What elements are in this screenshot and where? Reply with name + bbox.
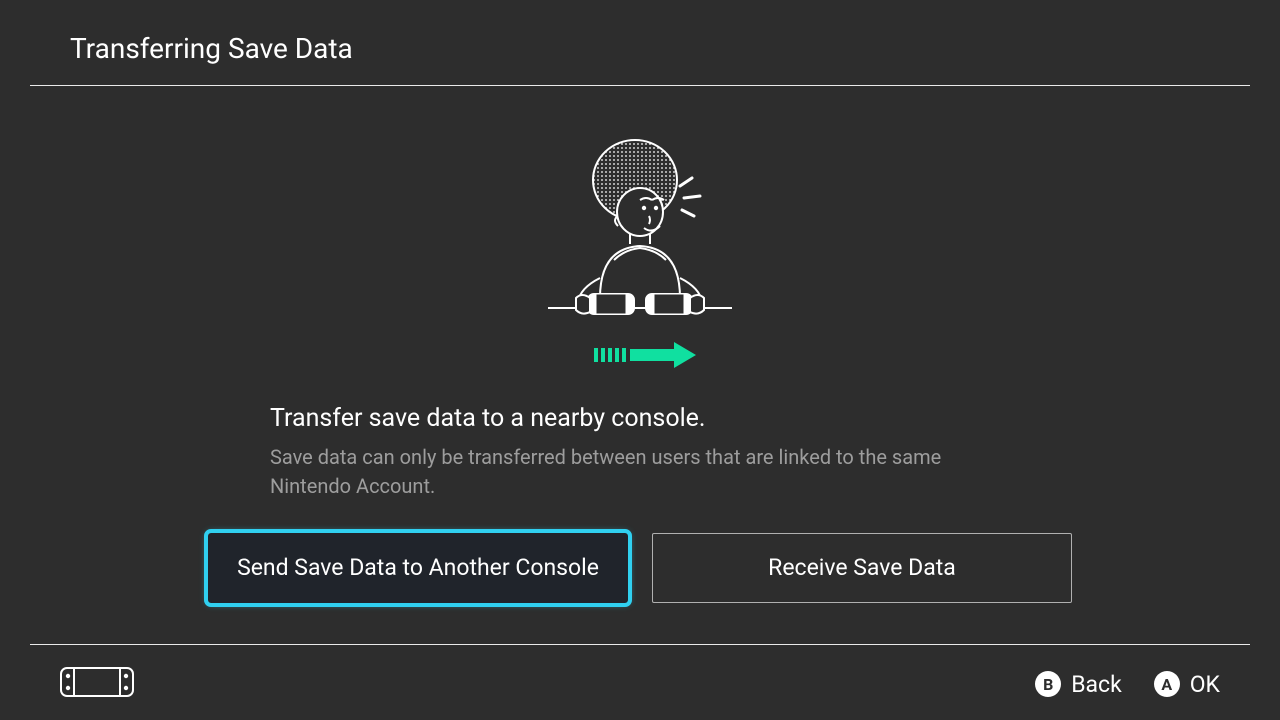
page-title: Transferring Save Data [70,32,1280,65]
footer: B Back A OK [0,656,1280,712]
main-heading: Transfer save data to a nearby console. [270,404,1010,433]
content: Transfer save data to a nearby console. … [0,86,1280,603]
main-description: Save data can only be transferred betwee… [270,443,1010,501]
back-hint[interactable]: B Back [1035,671,1122,698]
text-block: Transfer save data to a nearby console. … [270,404,1010,501]
button-row: Send Save Data to Another Console Receiv… [208,533,1072,603]
ok-label: OK [1190,671,1220,698]
footer-right: B Back A OK [1035,671,1220,698]
back-label: Back [1071,671,1122,698]
b-button-icon: B [1035,671,1061,697]
send-save-data-button[interactable]: Send Save Data to Another Console [208,533,628,603]
a-button-icon: A [1154,671,1180,697]
receive-save-data-button[interactable]: Receive Save Data [652,533,1072,603]
footer-left [60,667,1035,701]
receive-button-label: Receive Save Data [768,554,956,583]
divider-bottom [30,644,1250,645]
header: Transferring Save Data [0,0,1280,85]
send-button-label: Send Save Data to Another Console [237,554,599,583]
controller-icon [60,667,134,701]
ok-hint[interactable]: A OK [1154,671,1220,698]
divider-top [30,85,1250,86]
transfer-illustration [540,138,740,378]
